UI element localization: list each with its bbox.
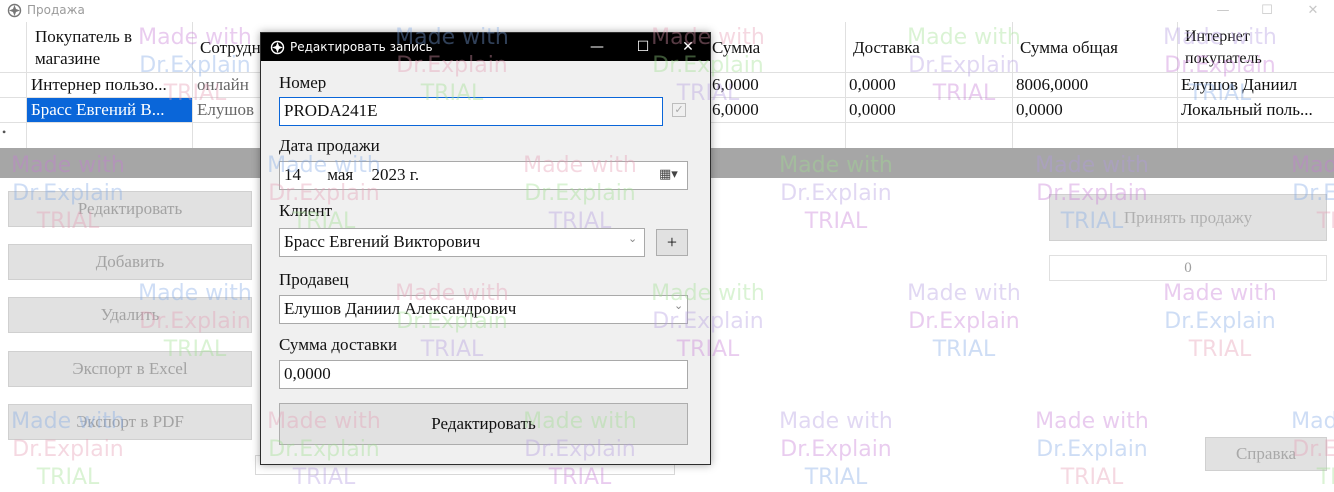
- add-client-button[interactable]: +: [656, 229, 688, 256]
- dialog-titlebar[interactable]: Редактировать запись — ☐ ✕: [261, 33, 710, 61]
- watermark: Made withDr.ExplainTRIAL: [907, 281, 1021, 362]
- sale-date-picker[interactable]: 14 мая 2023 г.: [279, 161, 688, 190]
- watermark: Made withDr.ExplainTRIAL: [779, 409, 893, 490]
- app-icon: [7, 3, 22, 18]
- date-year[interactable]: 2023 г.: [372, 165, 420, 184]
- client-combobox[interactable]: Брасс Евгений Викторович: [279, 228, 645, 257]
- delivery-sum-input[interactable]: 0,0000: [279, 360, 688, 389]
- new-row-marker: •: [2, 125, 7, 139]
- grid-line: [1012, 22, 1013, 148]
- dialog-minimize-button[interactable]: —: [574, 33, 620, 61]
- table-cell-customer[interactable]: Брасс Евгений В...: [31, 100, 189, 120]
- accept-sale-button[interactable]: Принять продажу: [1049, 194, 1327, 241]
- sale-date-label: Дата продажи: [279, 136, 380, 155]
- grid-line: [1177, 22, 1178, 148]
- dialog-title: Редактировать запись: [290, 40, 433, 54]
- export-pdf-button[interactable]: Экспорт в PDF: [8, 404, 252, 440]
- calendar-dropdown-icon[interactable]: ▦▾: [659, 167, 678, 182]
- date-month[interactable]: мая: [327, 165, 353, 184]
- edit-button[interactable]: Редактировать: [8, 191, 252, 227]
- dialog-app-icon: [270, 40, 285, 55]
- submit-edit-button[interactable]: Редактировать: [279, 403, 688, 445]
- column-header-total[interactable]: Сумма общая: [1020, 37, 1118, 59]
- table-cell-delivery[interactable]: 0,0000: [849, 75, 896, 95]
- table-cell-customer[interactable]: Интернер пользо...: [31, 75, 189, 95]
- maximize-button[interactable]: ☐: [1244, 0, 1290, 22]
- table-cell-total[interactable]: 8006,0000: [1016, 75, 1088, 95]
- dialog-maximize-button[interactable]: ☐: [620, 33, 666, 61]
- watermark: Made withDr.ExplainTRIAL: [1163, 281, 1277, 362]
- table-cell-internet-customer[interactable]: Локальный поль...: [1181, 100, 1331, 120]
- table-cell-employee[interactable]: онлайн: [197, 75, 259, 95]
- chevron-down-icon[interactable]: ⌄: [628, 232, 637, 245]
- table-cell-total[interactable]: 0,0000: [1016, 100, 1063, 120]
- minimize-button[interactable]: —: [1200, 0, 1246, 22]
- column-header-customer[interactable]: Покупатель в магазине: [35, 26, 145, 70]
- date-day[interactable]: 14: [284, 165, 301, 184]
- seller-label: Продавец: [279, 270, 349, 289]
- table-cell-sum[interactable]: 6,0000: [712, 100, 759, 120]
- table-cell-delivery[interactable]: 0,0000: [849, 100, 896, 120]
- table-cell-internet-customer[interactable]: Елушов Даниил: [1181, 75, 1331, 95]
- add-button[interactable]: Добавить: [8, 244, 252, 280]
- column-header-delivery[interactable]: Доставка: [853, 37, 920, 59]
- number-input[interactable]: PRODA241E: [279, 97, 663, 126]
- grid-line: [845, 22, 846, 148]
- number-label: Номер: [279, 73, 327, 92]
- checkbox[interactable]: ✓: [672, 103, 686, 117]
- watermark: Made withDr.ExplainTRIAL: [1035, 409, 1149, 490]
- help-button[interactable]: Справка: [1205, 437, 1327, 471]
- count-field: 0: [1049, 255, 1327, 281]
- edit-record-dialog[interactable]: Редактировать запись — ☐ ✕ Номер PRODA24…: [260, 32, 711, 465]
- grid-line: [192, 22, 193, 148]
- client-label: Клиент: [279, 201, 332, 220]
- export-excel-button[interactable]: Экспорт в Excel: [8, 351, 252, 387]
- close-button[interactable]: ✕: [1290, 0, 1334, 22]
- window-title: Продажа: [27, 3, 85, 17]
- dialog-close-button[interactable]: ✕: [665, 33, 711, 61]
- chevron-down-icon[interactable]: ⌄: [674, 299, 683, 312]
- table-cell-sum[interactable]: 6,0000: [712, 75, 759, 95]
- seller-combobox[interactable]: Елушов Даниил Александрович: [279, 295, 688, 324]
- column-header-internet-customer[interactable]: Интернет покупатель: [1185, 26, 1295, 70]
- window-titlebar: Продажа — ☐ ✕: [0, 0, 1334, 22]
- delete-button[interactable]: Удалить: [8, 297, 252, 333]
- grid-line: [26, 22, 27, 148]
- column-header-sum[interactable]: Сумма: [712, 37, 760, 59]
- delivery-sum-label: Сумма доставки: [279, 335, 398, 354]
- table-cell-employee[interactable]: Елушов: [197, 100, 259, 120]
